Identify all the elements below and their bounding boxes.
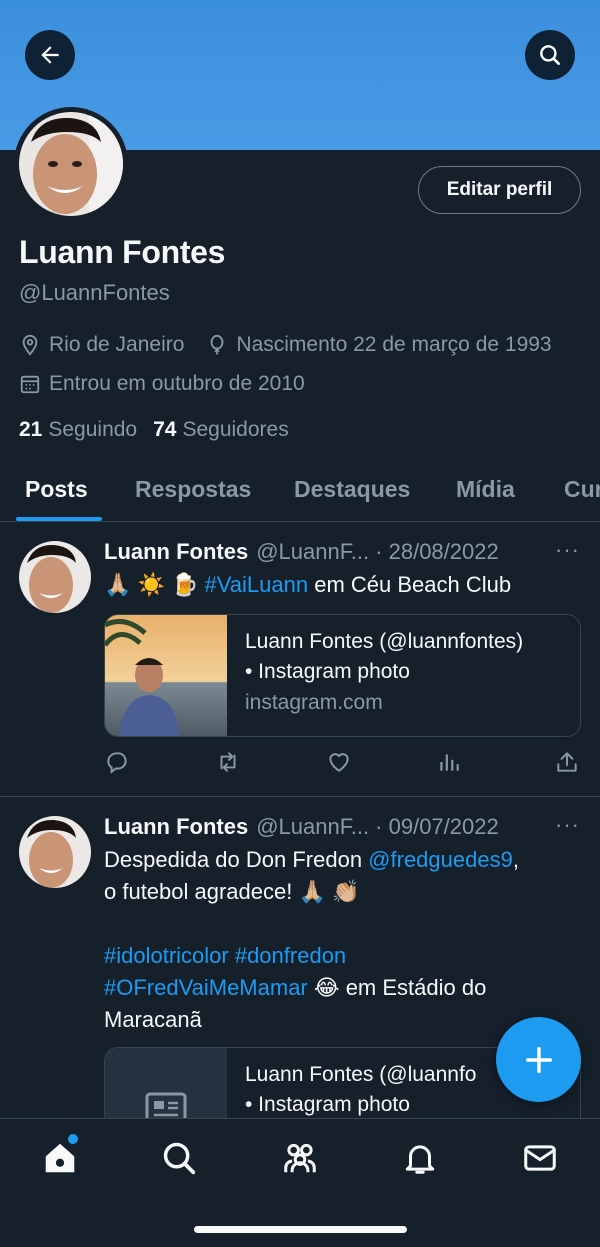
views-button[interactable] [436,749,464,777]
card-title-line-1: Luann Fontes (@luannfontes) [245,630,524,653]
post-header: Luann Fontes @LuannF... · 09/07/2022 [104,814,499,840]
hashtags-line[interactable]: #idolotricolor #donfredon [104,940,519,972]
more-options-icon[interactable]: ··· [555,537,580,563]
tab-destaques[interactable]: Destaques [294,476,410,503]
followers-label: Seguidores [182,418,289,441]
joined: Entrou em outubro de 2010 [19,372,305,396]
joined-text: Entrou em outubro de 2010 [49,372,305,395]
balloon-icon [206,334,228,356]
post-author-name[interactable]: Luann Fontes [104,814,248,840]
nav-messages[interactable] [521,1139,559,1177]
hashtag-link[interactable]: #VaiLuann [205,572,309,597]
notifications-icon [405,1145,435,1174]
text-segment: , [512,847,519,872]
tab-posts[interactable]: Posts [25,476,88,503]
following-count: 21 [19,418,43,441]
post[interactable]: Luann Fontes @LuannF... · 28/08/2022 ···… [0,523,600,797]
post-header: Luann Fontes @LuannF... · 28/08/2022 [104,539,499,565]
following-label: Seguindo [48,418,138,441]
profile-meta-row: Rio de Janeiro Nascimento 22 de março de… [19,333,574,357]
post-avatar[interactable] [19,816,91,888]
link-card[interactable]: Luann Fontes (@luannfontes) • Instagram … [104,614,581,737]
post-line: #OFredVaiMeMamar 😂 em Estádio do [104,972,519,1004]
like-button[interactable] [326,749,354,777]
views-icon [440,754,459,771]
card-thumbnail [105,615,227,736]
post-line: o futebol agradece! 🙏🏼 👏🏼 [104,879,360,904]
search-icon [540,45,560,65]
profile-name: Luann Fontes [19,234,226,270]
card-domain: instagram.com [245,691,383,714]
reply-button[interactable] [104,749,132,777]
birthday-text: Nascimento 22 de março de 1993 [236,333,552,356]
more-options-icon[interactable]: ··· [555,812,580,838]
hashtag-link[interactable]: #OFredVaiMeMamar [104,975,308,1000]
tab-respostas[interactable]: Respostas [135,476,251,503]
post-handle-date: @LuannF... · 28/08/2022 [256,539,499,564]
notification-dot [68,1134,78,1144]
birthday: Nascimento 22 de março de 1993 [206,333,552,357]
back-button[interactable] [25,30,75,80]
card-title: Luann Fontes (@luannfontes) • Instagram … [245,627,575,687]
joined-row: Entrou em outubro de 2010 [19,372,327,396]
location: Rio de Janeiro [19,333,184,357]
post-actions [104,749,584,779]
repost-icon [220,752,236,772]
card-title-line-2: • Instagram photo [245,660,410,683]
edit-profile-button[interactable]: Editar perfil [418,166,581,214]
post-text: Despedida do Don Fredon @fredguedes9, o … [104,844,519,1036]
post-text-rest: em Céu Beach Club [308,572,512,597]
text-segment: 😂 em Estádio do [307,975,487,1000]
messages-icon [524,1145,556,1171]
followers-link[interactable]: 74 Seguidores [153,418,289,442]
heart-icon [329,753,349,772]
calendar-icon [19,373,41,395]
post-author-name[interactable]: Luann Fontes [104,539,248,565]
reply-icon [107,752,127,774]
location-pin-icon [19,334,41,356]
share-button[interactable] [554,749,582,777]
nav-notifications[interactable] [401,1139,439,1177]
tab-midia[interactable]: Mídia [456,476,515,503]
mention-link[interactable]: @fredguedes9 [368,847,513,872]
avatar-photo [19,112,123,216]
search-button[interactable] [525,30,575,80]
home-icon [45,1143,75,1173]
post-text: 🙏🏼 ☀️ 🍺 #VaiLuann em Céu Beach Club [104,569,511,601]
profile-handle: @LuannFontes [19,280,170,305]
follow-stats: 21 Seguindo 74 Seguidores [19,418,305,442]
active-tab-indicator [16,517,102,521]
profile-tabs: Posts Respostas Destaques Mídia Cur [0,458,600,522]
home-indicator[interactable] [194,1226,407,1233]
post-avatar[interactable] [19,541,91,613]
text-segment: Despedida do Don Fredon [104,847,369,872]
share-icon [557,752,577,772]
arrow-left-icon [41,46,59,64]
nav-home[interactable] [41,1139,79,1177]
communities-icon [284,1143,316,1173]
post-line: Despedida do Don Fredon @fredguedes9, [104,844,519,876]
post-line: Maracanã [104,1007,202,1032]
repost-button[interactable] [215,749,243,777]
tab-curtidas[interactable]: Cur [564,476,600,503]
search-icon [163,1142,196,1175]
post-emoji: 🙏🏼 ☀️ 🍺 [104,572,199,597]
compose-post-button[interactable] [496,1017,581,1102]
profile-avatar[interactable] [14,107,128,221]
post-handle-date: @LuannF... · 09/07/2022 [256,814,499,839]
nav-search[interactable] [160,1139,198,1177]
plus-icon [525,1046,552,1073]
followers-count: 74 [153,418,177,441]
location-text: Rio de Janeiro [49,333,185,356]
following-link[interactable]: 21 Seguindo [19,418,137,442]
nav-communities[interactable] [281,1139,319,1177]
